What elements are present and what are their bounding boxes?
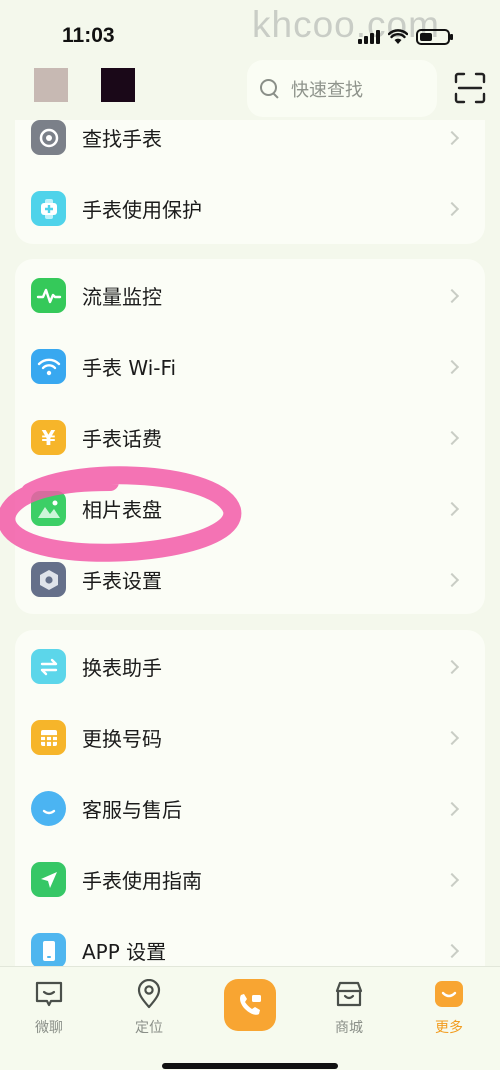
sim-card-icon <box>31 720 66 755</box>
menu-item-label: 查找手表 <box>82 127 162 151</box>
battery-icon <box>416 29 453 45</box>
signal-icon <box>358 30 380 44</box>
tab-chat[interactable]: 微聊 <box>14 979 84 1037</box>
tab-bar: 微聊 定位 商城 更多 <box>0 966 500 1070</box>
home-indicator <box>162 1063 338 1069</box>
menu-item-photo-watchface[interactable]: 相片表盘 <box>15 473 485 544</box>
hexagon-gear-icon <box>31 562 66 597</box>
menu-item-label: 客服与售后 <box>82 798 182 822</box>
menu-item-change-number[interactable]: 更换号码 <box>15 702 485 773</box>
search-placeholder: 快速查找 <box>291 79 363 101</box>
tab-label: 微聊 <box>35 1020 63 1036</box>
phone-icon <box>31 933 66 968</box>
menu-item-watch-settings[interactable]: 手表设置 <box>15 544 485 615</box>
tab-label: 定位 <box>135 1020 163 1036</box>
pulse-icon <box>31 278 66 313</box>
navigation-arrow-icon <box>31 862 66 897</box>
avatar-secondary[interactable] <box>101 68 135 102</box>
menu-item-label: 流量监控 <box>82 285 162 309</box>
menu-item-label: 手表使用保护 <box>82 198 202 222</box>
chat-icon <box>35 981 63 1007</box>
more-icon <box>435 981 463 1007</box>
tab-location[interactable]: 定位 <box>114 978 184 1037</box>
tab-more[interactable]: 更多 <box>414 979 484 1037</box>
chevron-right-icon <box>444 430 460 445</box>
target-icon <box>31 120 66 155</box>
chevron-right-icon <box>444 872 460 887</box>
card-watch-settings: 流量监控 手表 Wi-Fi ¥ 手表话费 相片表盘 手表设置 <box>15 259 485 614</box>
card-watch-tools: 查找手表 手表使用保护 <box>15 120 485 244</box>
video-call-button[interactable] <box>224 979 276 1031</box>
chevron-right-icon <box>444 359 460 374</box>
menu-item-label: 手表 Wi-Fi <box>82 356 177 380</box>
chevron-right-icon <box>444 801 460 816</box>
menu-item-label: 换表助手 <box>82 656 162 680</box>
menu-item-watch-bill[interactable]: ¥ 手表话费 <box>15 402 485 473</box>
menu-item-data-monitor[interactable]: 流量监控 <box>15 260 485 331</box>
store-icon <box>335 981 363 1007</box>
location-pin-icon <box>137 978 161 1009</box>
tab-label: 更多 <box>435 1020 463 1036</box>
menu-item-watch-wifi[interactable]: 手表 Wi-Fi <box>15 331 485 402</box>
chevron-right-icon <box>444 501 460 516</box>
menu-item-customer-service[interactable]: 客服与售后 <box>15 773 485 844</box>
tab-label: 商城 <box>335 1020 363 1036</box>
search-icon <box>259 78 281 100</box>
chat-smile-icon <box>31 791 66 826</box>
chevron-right-icon <box>444 943 460 958</box>
status-bar: 11:03 khcoo.com <box>0 0 500 62</box>
scan-icon[interactable] <box>454 72 486 104</box>
chevron-right-icon <box>444 730 460 745</box>
card-services: 换表助手 更换号码 客服与售后 手表使用指南 APP 设置 <box>15 630 485 968</box>
chevron-right-icon <box>444 130 460 145</box>
avatar[interactable] <box>34 68 68 102</box>
status-time: 11:03 <box>62 24 115 47</box>
chevron-right-icon <box>444 288 460 303</box>
wifi-icon <box>31 349 66 384</box>
menu-item-label: 相片表盘 <box>82 498 162 522</box>
menu-item-label: 手表使用指南 <box>82 869 202 893</box>
menu-item-label: 更换号码 <box>82 727 162 751</box>
menu-item-label: 手表话费 <box>82 427 162 451</box>
watch-plus-icon <box>31 191 66 226</box>
menu-item-watch-protection[interactable]: 手表使用保护 <box>15 173 485 244</box>
chevron-right-icon <box>444 201 460 216</box>
chevron-right-icon <box>444 659 460 674</box>
photo-icon <box>31 491 66 526</box>
swap-icon <box>31 649 66 684</box>
chevron-right-icon <box>444 572 460 587</box>
menu-item-user-guide[interactable]: 手表使用指南 <box>15 844 485 915</box>
yen-icon: ¥ <box>31 420 66 455</box>
status-icons <box>358 28 453 46</box>
menu-item-label: 手表设置 <box>82 569 162 593</box>
tab-store[interactable]: 商城 <box>314 979 384 1037</box>
wifi-status-icon <box>388 29 408 44</box>
menu-item-switch-watch[interactable]: 换表助手 <box>15 631 485 702</box>
menu-item-find-watch[interactable]: 查找手表 <box>15 102 485 173</box>
video-call-icon <box>240 994 261 1015</box>
menu-item-label: APP 设置 <box>82 940 167 964</box>
